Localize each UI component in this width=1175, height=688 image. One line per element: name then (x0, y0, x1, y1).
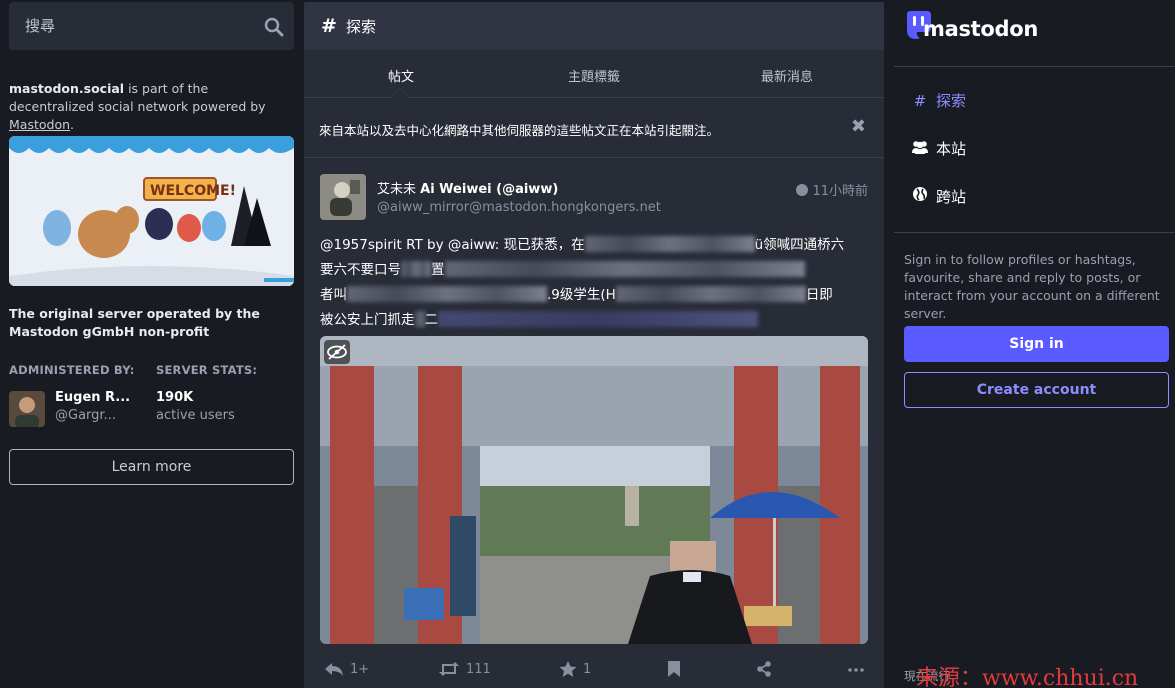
admin-handle[interactable]: @Gargr... (55, 408, 116, 423)
brand-name: mastodon (923, 17, 1039, 41)
blurred-text (438, 311, 758, 327)
active-tab-indicator (390, 88, 410, 98)
reply-count: 1+ (350, 662, 370, 677)
post-line-3a: 者叫 (320, 287, 347, 303)
about-text: mastodon.social is part of the decentral… (9, 80, 294, 134)
banner-text: 來自本站以及去中心化網路中其他伺服器的這些帖文正在本站引起關注。 (319, 123, 720, 138)
nav-item-explore[interactable]: # 探索 (910, 90, 966, 111)
favourite-button[interactable]: 1 (559, 661, 591, 677)
post-line-4a: 被公安上门抓走 (320, 312, 415, 328)
post-handle[interactable]: @aiww_mirror@mastodon.hongkongers.net (377, 200, 661, 215)
divider (894, 232, 1175, 233)
globe-icon (910, 186, 930, 206)
blurred-text (444, 261, 805, 277)
blurred-text (347, 286, 547, 302)
nav-label: 跨站 (936, 188, 967, 206)
blurred-text (615, 286, 806, 302)
tab-posts[interactable]: 帖文 (304, 66, 498, 85)
display-name-main: Ai Weiwei (@aiww) (420, 182, 559, 197)
admin-avatar[interactable] (9, 391, 45, 427)
nav-item-federated[interactable]: 跨站 (910, 186, 966, 207)
reply-icon (325, 663, 343, 676)
create-account-button[interactable]: Create account (904, 372, 1169, 408)
bookmark-button[interactable] (667, 661, 687, 677)
hash-icon: # (913, 92, 927, 110)
nav-item-local[interactable]: 本站 (910, 138, 966, 159)
share-button[interactable] (756, 661, 778, 677)
nav-label: 探索 (936, 92, 967, 110)
active-users-count: 190K (156, 390, 194, 405)
ellipsis-icon (848, 668, 864, 672)
server-stats-label: SERVER STATS: (156, 363, 258, 377)
hide-media-button[interactable] (324, 340, 350, 364)
right-sidebar: mastodon # 探索 本站 跨站 Sign in to follow pro… (894, 0, 1175, 688)
active-users-label: active users (156, 408, 235, 423)
share-icon (757, 661, 771, 677)
tab-hashtags[interactable]: 主題標籤 (497, 66, 691, 85)
users-icon (910, 140, 930, 158)
post-time-text: 11小時前 (812, 184, 868, 199)
post-action-bar: 1+ 111 1 (304, 658, 884, 684)
explore-tabs: 帖文 主題標籤 最新消息 (304, 50, 884, 98)
watermark-text: 来源：www.chhui.cn (916, 666, 1139, 688)
star-icon (559, 661, 577, 677)
post-line-1b: ü领喊四通桥六 (754, 237, 845, 253)
boost-icon (439, 662, 459, 676)
post-media-image[interactable] (320, 336, 868, 644)
display-name-prefix: 艾未未 (377, 182, 421, 197)
post-line-3c: 日即 (805, 287, 833, 303)
more-button[interactable] (848, 661, 870, 677)
favourite-count: 1 (583, 662, 592, 677)
blurred-text (401, 261, 431, 277)
search-box[interactable] (9, 2, 294, 50)
post-line-2a: 要六不要口号 (320, 262, 401, 278)
column-header[interactable]: # 探索 (304, 2, 884, 50)
blurred-text (414, 311, 425, 327)
search-icon[interactable] (264, 17, 284, 37)
post-avatar[interactable] (320, 174, 366, 220)
administered-by-label: ADMINISTERED BY: (9, 363, 135, 377)
hash-icon: # (321, 15, 337, 37)
eye-slash-icon (327, 344, 347, 360)
about-text-end: . (70, 117, 74, 132)
column-title: 探索 (346, 18, 377, 36)
post-line-3b: .9级学生(H (547, 287, 616, 303)
post-line-4b: 二 (424, 312, 439, 328)
post-line-1a: @1957spirit RT by @aiww: 现已获悉，在 (320, 237, 585, 253)
server-domain: mastodon.social (9, 81, 125, 96)
globe-icon (796, 184, 809, 196)
server-hero-image: WELCOME! (9, 136, 294, 286)
explore-banner: 來自本站以及去中心化網路中其他伺服器的這些帖文正在本站引起關注。 ✖ (304, 98, 884, 158)
sign-in-button[interactable]: Sign in (904, 326, 1169, 362)
post-content[interactable]: @1957spirit RT by @aiww: 现已获悉，在 ü领喊四通桥六 要… (320, 233, 868, 333)
explore-column: # 探索 帖文 主題標籤 最新消息 來自本站以及去中心化網路中其他伺服器的這些帖… (304, 2, 884, 688)
svg-text:WELCOME!: WELCOME! (150, 183, 236, 199)
search-input[interactable] (9, 2, 249, 50)
server-description: The original server operated by the Mast… (9, 306, 260, 339)
mastodon-link[interactable]: Mastodon (9, 117, 70, 132)
reply-button[interactable]: 1+ (324, 661, 369, 677)
boost-button[interactable]: 111 (438, 661, 491, 677)
post-line-2b: 置 (431, 262, 445, 278)
blurred-text (584, 236, 755, 252)
close-icon[interactable]: ✖ (851, 116, 866, 137)
divider (894, 66, 1175, 67)
left-sidebar: mastodon.social is part of the decentral… (0, 0, 304, 688)
learn-more-button[interactable]: Learn more (9, 449, 294, 485)
post-timestamp[interactable]: 11小時前 (796, 180, 868, 199)
admin-name[interactable]: Eugen R... (55, 390, 130, 405)
mastodon-logo[interactable]: mastodon (904, 10, 1038, 46)
signin-prompt: Sign in to follow profiles or hashtags, … (904, 252, 1160, 321)
nav-label: 本站 (936, 140, 967, 158)
boost-count: 111 (466, 662, 491, 677)
bookmark-icon (668, 661, 680, 677)
post-display-name[interactable]: 艾未未 Ai Weiwei (@aiww) (377, 178, 558, 197)
tab-news[interactable]: 最新消息 (690, 66, 884, 85)
